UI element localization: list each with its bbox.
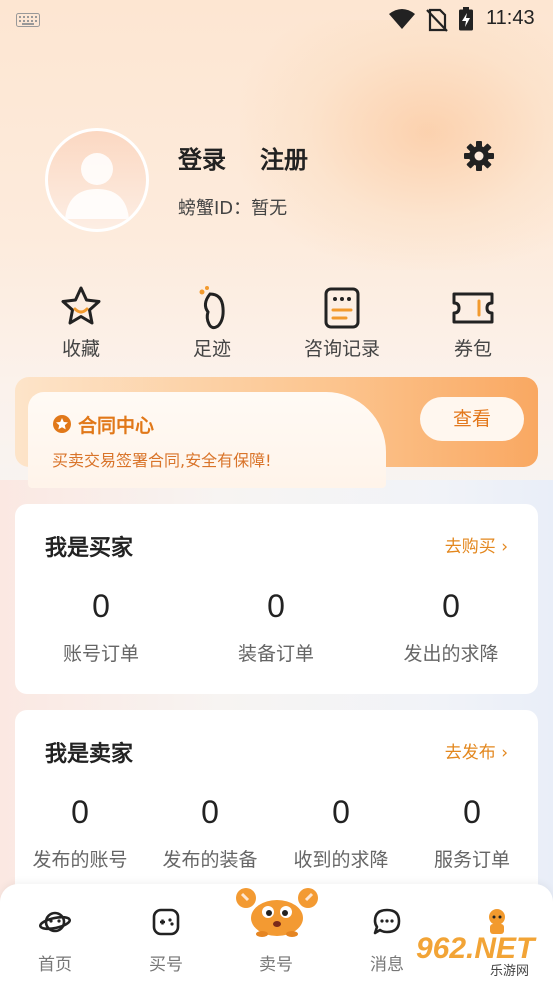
coupon-icon	[449, 284, 497, 332]
contract-title: 合同中心	[78, 415, 155, 437]
wifi-icon	[388, 8, 416, 34]
stat-value: 0	[267, 588, 285, 624]
star-badge-icon	[52, 414, 72, 438]
settings-gear-icon[interactable]	[463, 140, 495, 176]
stat-label: 装备订单	[237, 643, 314, 665]
contract-card	[28, 392, 386, 488]
stat-value: 0	[71, 794, 89, 830]
login-link[interactable]: 登录	[178, 140, 226, 175]
stat-received-price-requests[interactable]: 0 收到的求降	[271, 794, 411, 872]
nav-buy-account[interactable]: 买号	[111, 884, 221, 983]
star-smile-icon	[57, 284, 105, 332]
no-sim-icon	[426, 8, 448, 36]
quick-link-label: 券包	[453, 338, 492, 360]
stat-sent-price-requests[interactable]: 0 发出的求降	[381, 588, 521, 666]
watermark-subtext: 乐游网	[490, 964, 530, 979]
go-buy-link[interactable]: 去购买 ›	[445, 532, 508, 557]
stat-published-accounts[interactable]: 0 发布的账号	[10, 794, 150, 872]
view-contract-button[interactable]: 查看	[420, 397, 524, 441]
status-bar: 11:43	[0, 0, 553, 38]
seller-card: 我是卖家 去发布 › 0 发布的账号 0 发布的装备 0 收到的求降 0 服务订…	[15, 710, 538, 900]
register-link[interactable]: 注册	[260, 140, 308, 175]
battery-charging-icon	[458, 7, 474, 35]
stat-value: 0	[463, 794, 481, 830]
stat-label: 账号订单	[62, 643, 139, 665]
stat-label: 发布的装备	[162, 849, 258, 871]
stat-label: 收到的求降	[293, 849, 389, 871]
stat-value: 0	[201, 794, 219, 830]
stat-value: 0	[332, 794, 350, 830]
buyer-card: 我是买家 去购买 › 0 账号订单 0 装备订单 0 发出的求降	[15, 504, 538, 694]
nav-label: 买号	[149, 955, 183, 975]
gamepad-icon	[150, 906, 182, 942]
crab-icon[interactable]	[232, 880, 322, 944]
stat-label: 发布的账号	[32, 849, 128, 871]
consult-record-icon	[318, 284, 366, 332]
nav-label: 首页	[38, 955, 72, 975]
planet-icon	[38, 906, 72, 942]
watermark-logo: 962.NET 乐游网	[416, 932, 550, 980]
stat-label: 发出的求降	[403, 643, 499, 665]
nav-home[interactable]: 首页	[0, 884, 110, 983]
quick-link-label: 足迹	[192, 338, 231, 360]
contract-description: 买卖交易签署合同,安全有保障!	[52, 451, 272, 470]
user-id-text: 螃蟹ID：暂无	[178, 198, 288, 219]
quick-link-coupons[interactable]: 券包	[423, 284, 523, 361]
quick-link-favorites[interactable]: 收藏	[31, 284, 131, 361]
keyboard-icon	[16, 12, 40, 31]
seller-card-title: 我是卖家	[45, 742, 134, 767]
stat-value: 0	[92, 588, 110, 624]
stat-equipment-orders[interactable]: 0 装备订单	[206, 588, 346, 666]
quick-link-label: 收藏	[61, 338, 100, 360]
quick-link-footprints[interactable]: 足迹	[162, 284, 262, 361]
stat-value: 0	[442, 588, 460, 624]
nav-label: 卖号	[259, 955, 293, 975]
quick-link-label: 咨询记录	[303, 338, 380, 360]
stat-service-orders[interactable]: 0 服务订单	[402, 794, 542, 872]
buyer-card-title: 我是买家	[45, 536, 134, 561]
footprint-icon	[188, 284, 236, 332]
go-publish-link[interactable]: 去发布 ›	[445, 738, 508, 763]
status-clock: 11:43	[486, 7, 535, 29]
stat-account-orders[interactable]: 0 账号订单	[31, 588, 171, 666]
chat-bubble-icon	[371, 906, 403, 942]
avatar[interactable]	[45, 128, 149, 232]
stat-published-equipment[interactable]: 0 发布的装备	[140, 794, 280, 872]
stat-label: 服务订单	[433, 849, 510, 871]
quick-link-consult-record[interactable]: 咨询记录	[292, 284, 392, 361]
